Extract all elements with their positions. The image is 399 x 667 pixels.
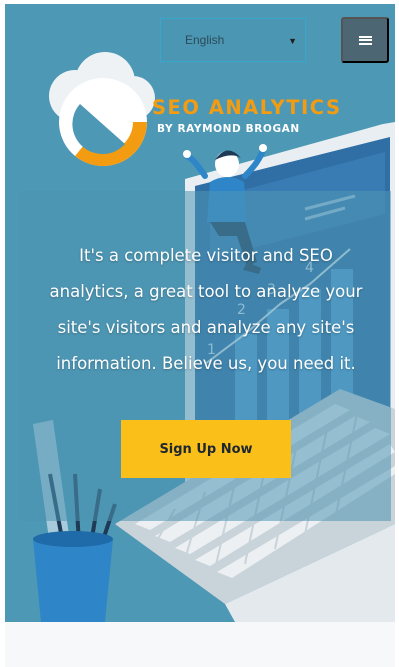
next-section xyxy=(5,622,395,667)
logo-title: SEO ANALYTICS xyxy=(152,96,342,119)
language-selected-value: English xyxy=(185,33,225,47)
cloud-pie-chart-icon xyxy=(49,52,155,167)
menu-toggle-button[interactable] xyxy=(341,17,389,63)
language-select[interactable]: English ▼ xyxy=(160,18,306,62)
logo-subtitle: BY RAYMOND BROGAN xyxy=(157,123,300,135)
sign-up-button[interactable]: Sign Up Now xyxy=(121,420,291,478)
hero-tagline: It's a complete visitor and SEO analytic… xyxy=(49,246,363,373)
hero-section: 1234 English ▼ SEO ANALYTICS BY RAYMOND … xyxy=(5,4,395,622)
hamburger-icon xyxy=(358,35,372,45)
page: 1234 English ▼ SEO ANALYTICS BY RAYMOND … xyxy=(0,0,399,667)
dropdown-caret-icon: ▼ xyxy=(288,36,297,46)
